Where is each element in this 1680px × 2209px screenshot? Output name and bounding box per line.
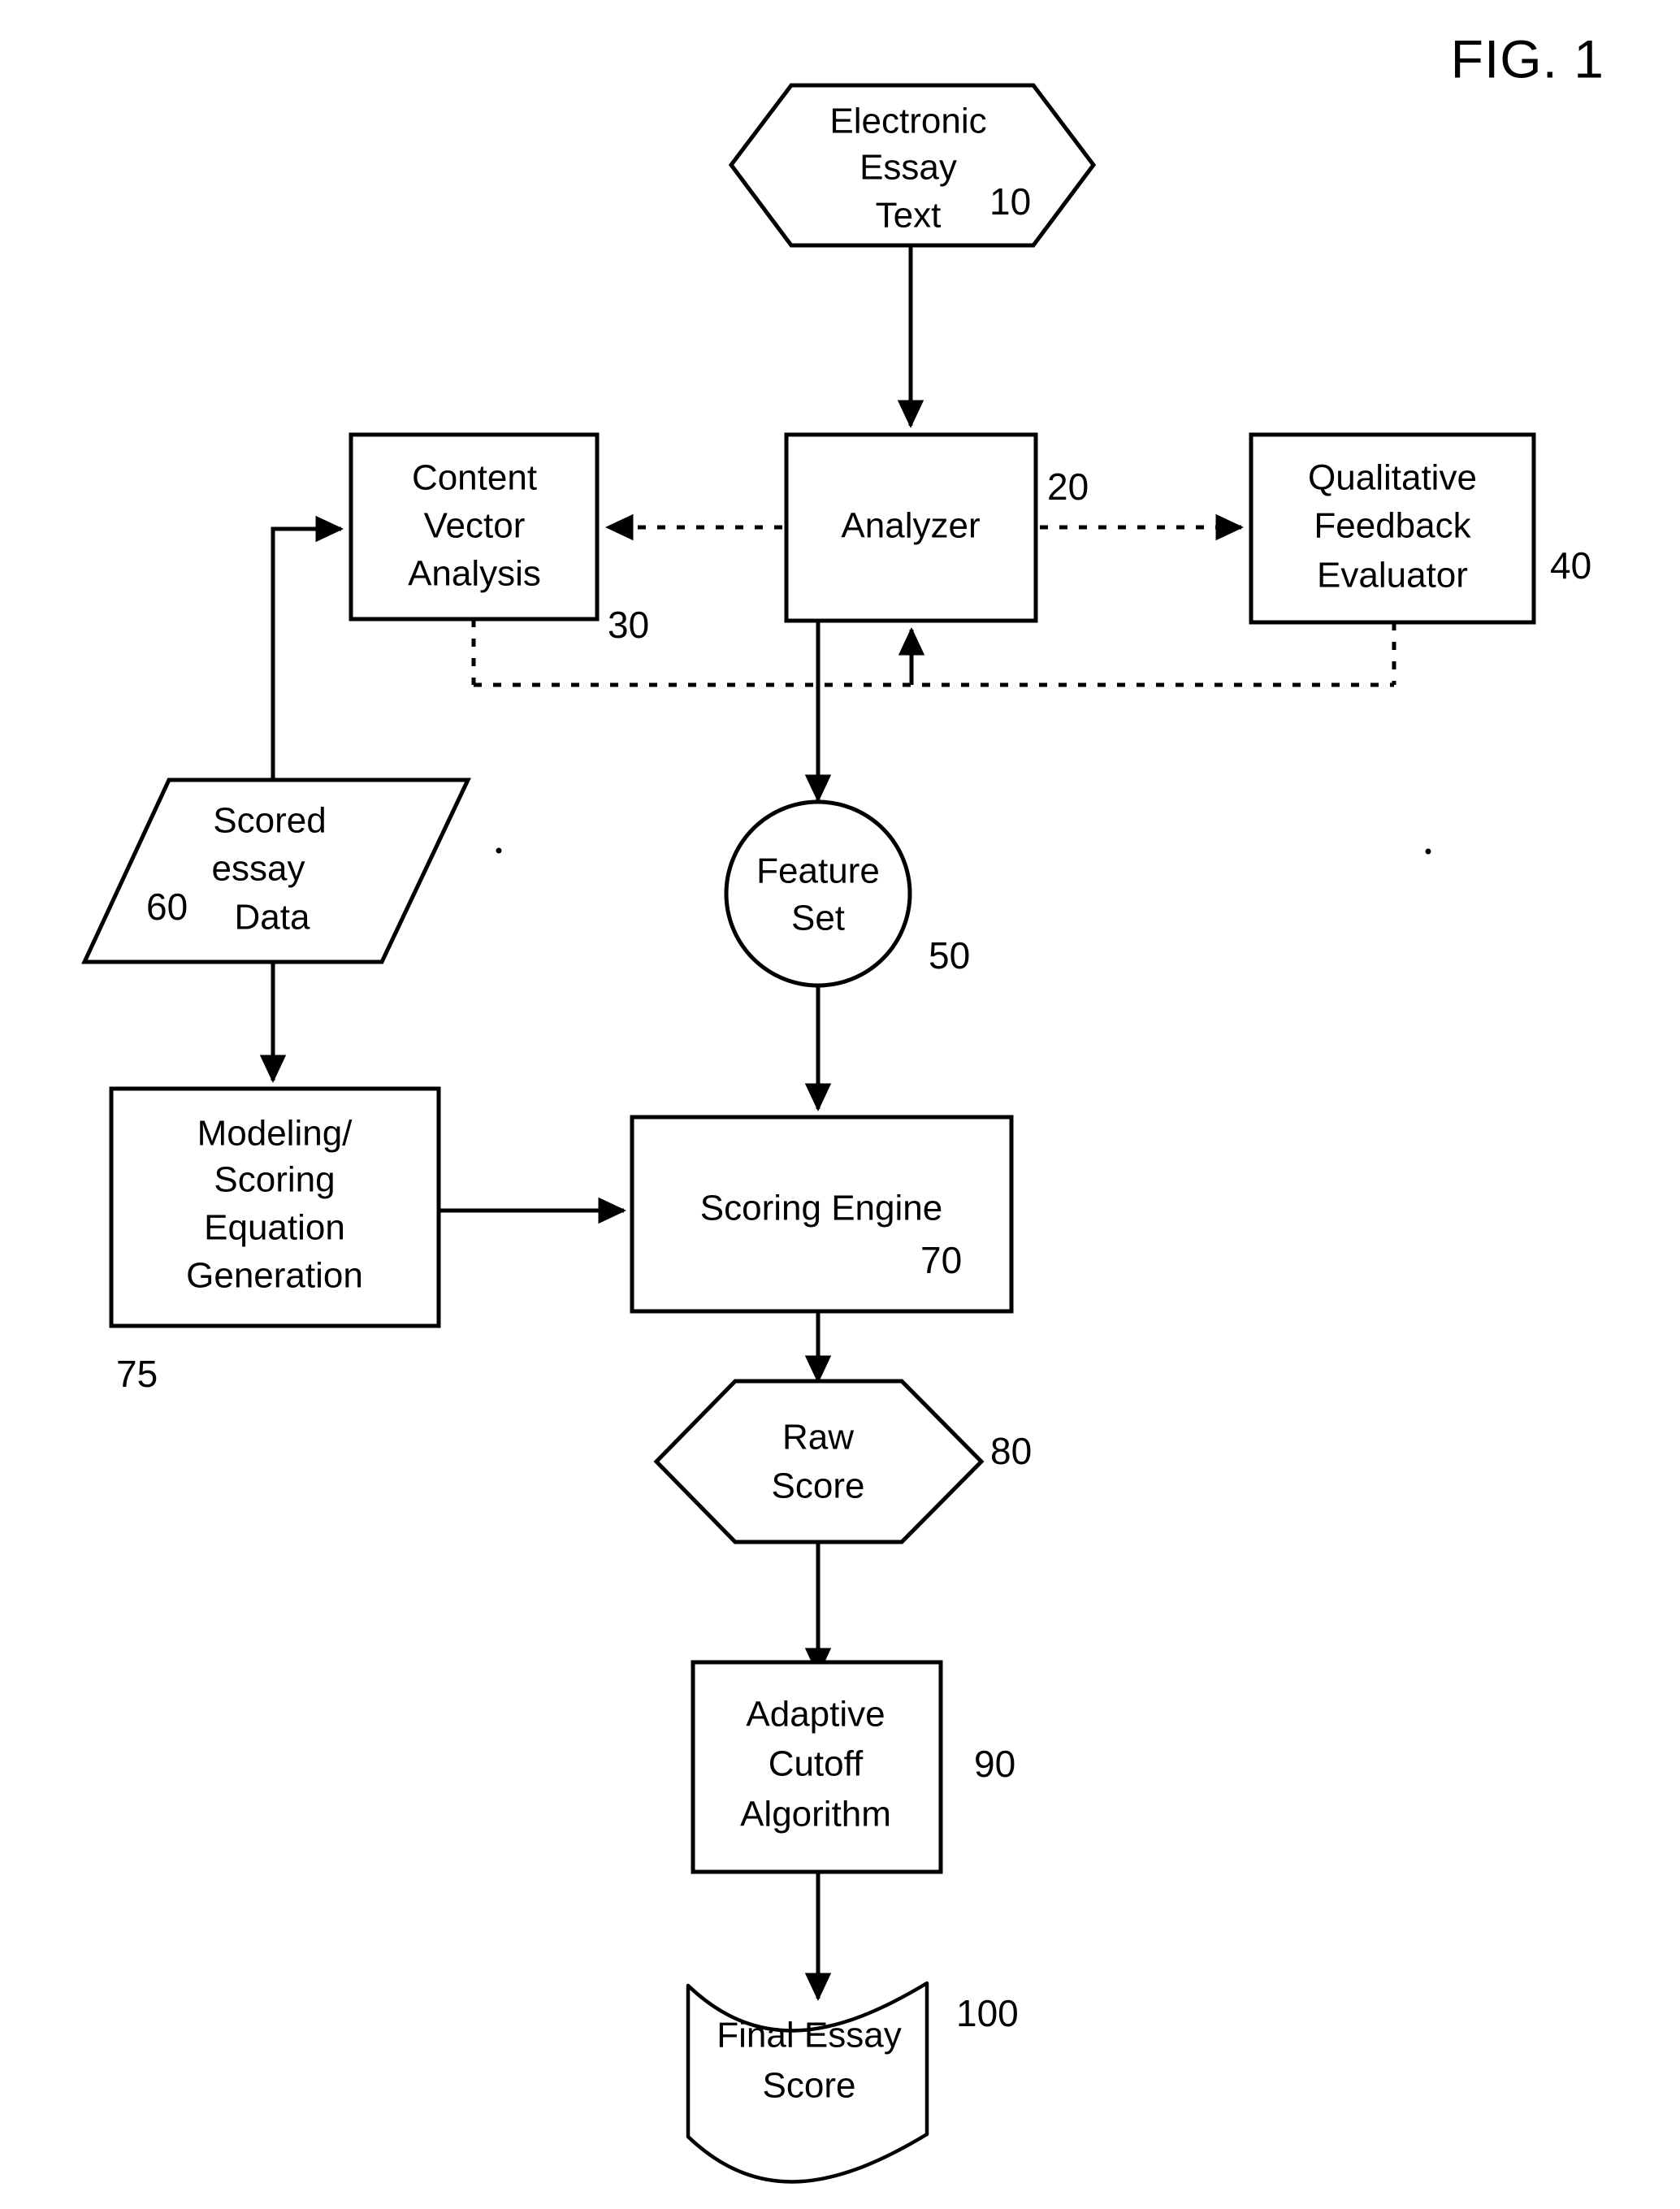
content-vector-analysis-line-3: Analysis bbox=[408, 554, 541, 594]
node-raw-score[interactable]: Raw Score 80 bbox=[653, 1379, 1032, 1544]
connector-scored-data-to-cva bbox=[271, 515, 344, 780]
adaptive-cutoff-line-1: Adaptive bbox=[746, 1695, 885, 1735]
electronic-essay-text-line-1: Electronic bbox=[829, 102, 986, 141]
final-essay-score-line-1: Final Essay bbox=[717, 2016, 901, 2055]
ref-number-50: 50 bbox=[929, 934, 970, 977]
ref-number-10: 10 bbox=[989, 180, 1031, 223]
modeling-line-2: Scoring bbox=[214, 1160, 335, 1200]
scored-essay-data-line-3: Data bbox=[235, 898, 310, 938]
raw-score-line-2: Score bbox=[772, 1466, 865, 1506]
analyzer-label: Analyzer bbox=[841, 506, 980, 546]
scan-speck-left bbox=[496, 847, 502, 854]
flowchart-diagram: FIG. 1 Electronic Essay Text 10 Content … bbox=[81, 28, 1604, 2184]
ref-number-100: 100 bbox=[956, 1992, 1019, 2034]
node-scoring-engine[interactable]: Scoring Engine 70 bbox=[630, 1115, 1014, 1314]
electronic-essay-text-line-3: Text bbox=[876, 196, 942, 236]
ref-number-20: 20 bbox=[1047, 466, 1089, 508]
content-vector-analysis-line-1: Content bbox=[412, 458, 537, 498]
figure-title: FIG. 1 bbox=[1451, 28, 1604, 89]
modeling-line-3: Equation bbox=[204, 1208, 345, 1248]
scored-essay-data-line-1: Scored bbox=[213, 801, 326, 841]
node-qualitative-feedback-evaluator[interactable]: Qualitative Feedback Evaluator 40 bbox=[1249, 432, 1591, 625]
node-modeling-scoring-equation-generation[interactable]: Modeling/ Scoring Equation Generation 75 bbox=[109, 1086, 441, 1395]
qualitative-feedback-evaluator-line-3: Evaluator bbox=[1317, 556, 1468, 596]
ref-number-70: 70 bbox=[920, 1239, 962, 1281]
modeling-line-4: Generation bbox=[186, 1256, 363, 1296]
ref-number-80: 80 bbox=[990, 1430, 1032, 1472]
ref-number-60: 60 bbox=[146, 886, 188, 928]
scan-speck-right bbox=[1425, 848, 1431, 855]
final-essay-score-line-2: Score bbox=[763, 2066, 856, 2106]
qualitative-feedback-evaluator-line-1: Qualitative bbox=[1308, 458, 1477, 498]
feature-set-line-1: Feature bbox=[756, 851, 880, 891]
modeling-line-1: Modeling/ bbox=[197, 1114, 353, 1154]
raw-score-shape bbox=[653, 1379, 985, 1544]
qualitative-feedback-evaluator-line-2: Feedback bbox=[1314, 506, 1471, 546]
ref-number-75: 75 bbox=[116, 1353, 158, 1395]
node-feature-set[interactable]: Feature Set 50 bbox=[724, 799, 970, 988]
node-electronic-essay-text[interactable]: Electronic Essay Text 10 bbox=[728, 83, 1097, 248]
content-vector-analysis-line-2: Vector bbox=[424, 506, 526, 546]
ref-number-90: 90 bbox=[974, 1743, 1015, 1785]
adaptive-cutoff-line-2: Cutoff bbox=[769, 1744, 864, 1784]
ref-number-40: 40 bbox=[1550, 544, 1591, 587]
electronic-essay-text-line-2: Essay bbox=[859, 148, 957, 188]
adaptive-cutoff-line-3: Algorithm bbox=[740, 1795, 891, 1834]
scoring-engine-label: Scoring Engine bbox=[700, 1189, 942, 1228]
feature-set-shape bbox=[724, 799, 912, 988]
feature-set-line-2: Set bbox=[791, 899, 845, 938]
ref-number-30: 30 bbox=[608, 604, 649, 646]
node-scored-essay-data[interactable]: Scored essay Data 60 bbox=[81, 777, 471, 964]
node-content-vector-analysis[interactable]: Content Vector Analysis 30 bbox=[349, 432, 649, 646]
scored-essay-data-line-2: essay bbox=[212, 849, 305, 889]
raw-score-line-1: Raw bbox=[782, 1418, 854, 1458]
node-adaptive-cutoff-algorithm[interactable]: Adaptive Cutoff Algorithm 90 bbox=[691, 1660, 1015, 1874]
figure-canvas: FIG. 1 Electronic Essay Text 10 Content … bbox=[0, 0, 1680, 2209]
node-final-essay-score[interactable]: Final Essay Score 100 bbox=[686, 1981, 1019, 2184]
